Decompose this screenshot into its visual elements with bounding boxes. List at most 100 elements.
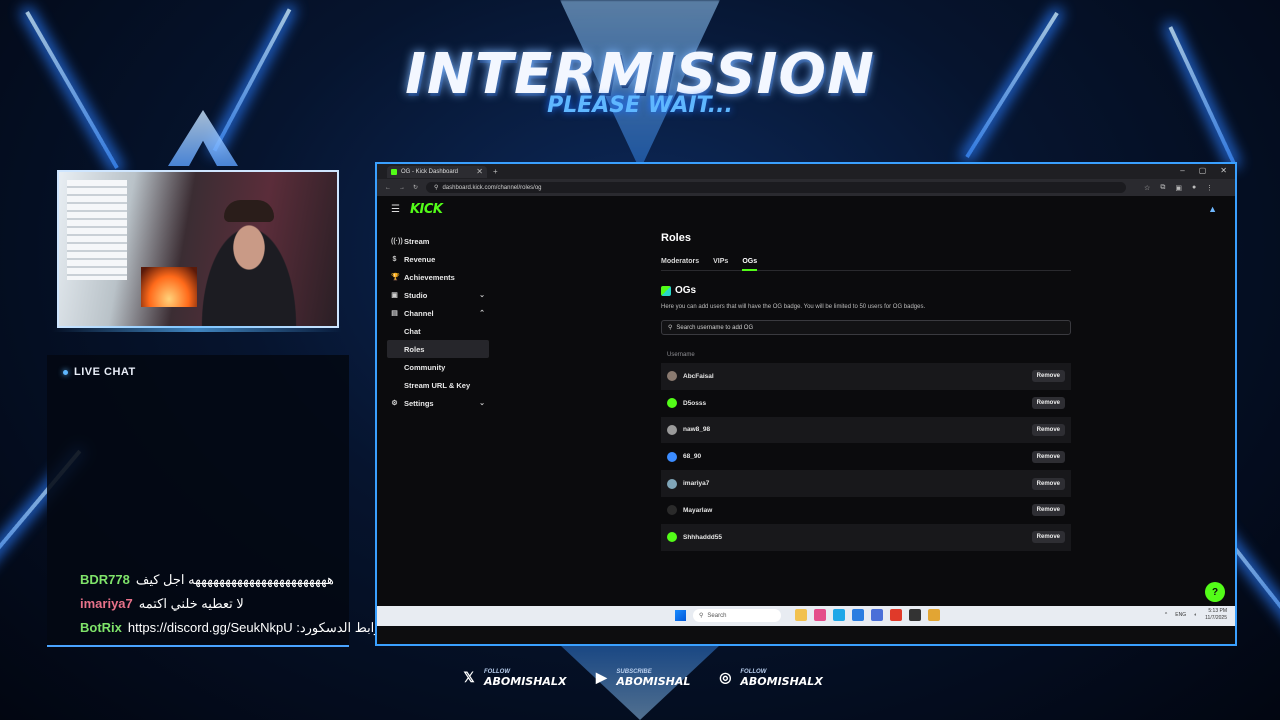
minimize-button[interactable]: – — [1180, 166, 1184, 175]
og-user-list: AbcFaisal Remove D5osss Remove naw8_98 Remove… — [661, 363, 1071, 551]
sidebar-item-community[interactable]: Community — [387, 358, 489, 376]
taskbar-clock[interactable]: 5:13 PM 11/7/2025 — [1205, 608, 1227, 622]
kick-logo[interactable]: KICK — [410, 202, 443, 217]
close-window-button[interactable]: ✕ — [1220, 166, 1227, 175]
taskbar-app-icon[interactable] — [871, 609, 883, 621]
social-x: 𝕏 FOLLOW ABOMISHALX — [460, 668, 566, 688]
sidebar-item-label: Chat — [404, 326, 421, 336]
sidebar-item-label: Studio — [404, 290, 428, 300]
username[interactable]: imariya7 — [683, 480, 1032, 487]
taskbar-search[interactable]: ⚲ Search — [693, 609, 781, 622]
browser-window: OG - Kick Dashboard ✕ + – ▢ ✕ ← → ↻ ⚲ da… — [375, 162, 1237, 646]
language-indicator[interactable]: ENG — [1175, 612, 1186, 618]
username[interactable]: naw8_98 — [683, 426, 1032, 433]
taskbar-app-icon[interactable] — [833, 609, 845, 621]
sidebar-item-channel[interactable]: ▤ Channel ⌃ — [387, 304, 489, 322]
tab-ogs[interactable]: OGs — [742, 258, 757, 271]
username[interactable]: AbcFaisal — [683, 373, 1032, 380]
sidebar-item-label: Stream — [404, 236, 430, 246]
remove-button[interactable]: Remove — [1031, 477, 1065, 490]
sidebar-item-settings[interactable]: ⚙ Settings ⌄ — [387, 394, 489, 412]
taskbar-app-icon[interactable] — [890, 609, 902, 621]
close-tab-icon[interactable]: ✕ — [476, 167, 483, 176]
username[interactable]: D5osss — [683, 400, 1032, 407]
table-row: Shhhaddd55 Remove — [661, 523, 1071, 551]
extensions-icon[interactable]: ⧉ — [1160, 184, 1165, 192]
sidebar-item-label: Stream URL & Key — [404, 380, 471, 390]
browser-tabbar: OG - Kick Dashboard ✕ + – ▢ ✕ — [377, 164, 1235, 179]
webcam-feed — [57, 170, 339, 328]
taskbar-app-icon[interactable] — [795, 609, 807, 621]
table-row: naw8_98 Remove — [661, 416, 1071, 444]
table-row: 68_90 Remove — [661, 443, 1071, 470]
remove-button[interactable]: Remove — [1031, 450, 1065, 463]
tab-vips[interactable]: VIPs — [713, 258, 728, 265]
taskbar-app-icon[interactable] — [814, 609, 826, 621]
sidebar-item-roles[interactable]: Roles — [387, 340, 489, 358]
lightning-bolt — [25, 11, 119, 169]
user-menu-icon[interactable]: ▲ — [1208, 204, 1217, 214]
reload-icon[interactable]: ↻ — [413, 184, 418, 191]
sidebar-item-studio[interactable]: ▣ Studio ⌄ — [387, 286, 489, 304]
taskbar-app-icon[interactable] — [909, 609, 921, 621]
help-button[interactable]: ? — [1205, 582, 1225, 602]
sidebar-item-achievements[interactable]: 🏆 Achievements — [387, 268, 489, 286]
intermission-subtitle: PLEASE WAIT... — [547, 93, 733, 118]
username[interactable]: Shhhaddd55 — [683, 534, 1032, 541]
chevron-icon: ⌄ — [479, 400, 485, 407]
chat-text: هههههههههههههههههههههههه اجل كيف — [135, 572, 334, 587]
avatar — [667, 398, 677, 409]
remove-button[interactable]: Remove — [1031, 504, 1065, 517]
windows-start-icon[interactable] — [675, 610, 686, 621]
og-search-input[interactable]: ⚲ Search username to add OG — [661, 320, 1071, 335]
dashboard-sidebar: ((·)) Stream $ Revenue 🏆 Achievements ▣ Studio ⌄… — [387, 232, 489, 412]
lightning-bolt — [1168, 26, 1236, 164]
forward-icon[interactable]: → — [399, 185, 405, 191]
x-icon: 𝕏 — [463, 668, 475, 685]
remove-button[interactable]: Remove — [1031, 423, 1065, 436]
maximize-button[interactable]: ▢ — [1199, 166, 1207, 175]
windows-taskbar: ⚲ Search ^ ENG ◐ 5:13 PM 11/7/2025 — [377, 606, 1235, 626]
remove-button[interactable]: Remove — [1031, 370, 1065, 383]
sidepanel-icon[interactable]: ▣ — [1175, 184, 1182, 192]
sidebar-item-label: Community — [404, 362, 446, 372]
sidebar-item-chat[interactable]: Chat — [387, 322, 489, 340]
chat-username: BDR778 — [80, 572, 130, 587]
chevron-icon: ⌃ — [479, 310, 485, 317]
network-icon[interactable]: ◐ — [1194, 612, 1197, 618]
sidebar-item-label: Achievements — [404, 272, 455, 282]
site-info-icon[interactable]: ⚲ — [434, 184, 438, 191]
bookmark-star-icon[interactable]: ☆ — [1144, 184, 1150, 192]
sidebar-item-revenue[interactable]: $ Revenue — [387, 250, 489, 268]
address-bar[interactable]: ⚲ dashboard.kick.com/channel/roles/og — [426, 182, 1127, 193]
new-tab-button[interactable]: + — [493, 167, 498, 176]
avatar — [667, 371, 677, 382]
profile-icon[interactable]: ● — [1192, 184, 1196, 192]
remove-button[interactable]: Remove — [1031, 397, 1065, 410]
section-description: Here you can add users that will have th… — [661, 304, 926, 310]
roles-tabs: Moderators VIPs OGs — [661, 258, 1071, 271]
search-icon: ⚲ — [668, 325, 673, 331]
lightning-bolt — [965, 11, 1059, 159]
live-chat-header: LIVE CHAT — [63, 366, 136, 378]
taskbar-app-icon[interactable] — [928, 609, 940, 621]
tray-overflow-icon[interactable]: ^ — [1165, 612, 1167, 618]
chevron-icon: ⌄ — [479, 292, 485, 299]
sidebar-item-label: Roles — [404, 344, 425, 354]
username[interactable]: Mayarlaw — [683, 507, 1032, 514]
sidebar-item-label: Revenue — [404, 254, 436, 264]
back-icon[interactable]: ← — [385, 185, 391, 191]
username[interactable]: 68_90 — [683, 453, 1032, 460]
tab-moderators[interactable]: Moderators — [661, 258, 699, 265]
taskbar-app-icon[interactable] — [852, 609, 864, 621]
table-row: AbcFaisal Remove — [661, 363, 1071, 390]
browser-tab[interactable]: OG - Kick Dashboard ✕ — [387, 165, 487, 178]
remove-button[interactable]: Remove — [1031, 531, 1065, 544]
menu-icon[interactable]: ⋮ — [1206, 184, 1213, 192]
sidebar-item-stream-url-key[interactable]: Stream URL & Key — [387, 376, 489, 394]
hamburger-menu-icon[interactable]: ☰ — [391, 204, 400, 215]
section-title: OGs — [661, 285, 1071, 296]
table-row: D5osss Remove — [661, 390, 1071, 417]
live-dot-icon — [63, 369, 68, 375]
sidebar-item-stream[interactable]: ((·)) Stream — [387, 232, 489, 250]
